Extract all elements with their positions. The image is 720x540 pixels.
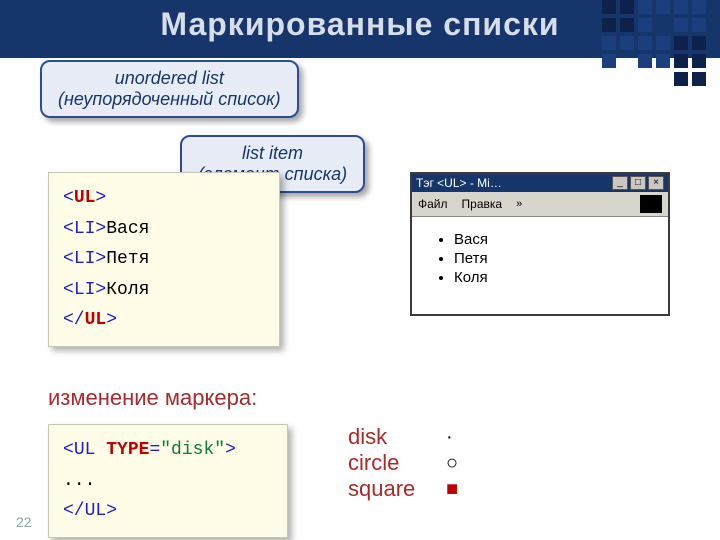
browser-menubar: Файл Правка » (412, 192, 668, 217)
page-number: 22 (16, 514, 32, 530)
code-example-marker: <UL TYPE="disk"> ... </UL> (48, 424, 288, 538)
callout-unordered-list: unordered list (неупорядоченный список) (40, 60, 299, 118)
disk-icon: · (446, 426, 453, 449)
callout-line: (неупорядоченный список) (58, 89, 281, 110)
callout-line: unordered list (58, 68, 281, 89)
code-example-ul: <UL> <LI>Вася <LI>Петя <LI>Коля </UL> (48, 172, 280, 347)
browser-preview: Тэг <UL> - Mi… _ □ × Файл Правка » Вася … (410, 172, 670, 316)
marker-name: disk (348, 424, 446, 450)
marker-name: circle (348, 450, 446, 476)
browser-titlebar: Тэг <UL> - Mi… _ □ × (412, 174, 668, 192)
list-item: Коля (454, 269, 650, 286)
table-row: circle ○ (348, 450, 458, 476)
marker-name: square (348, 476, 446, 502)
marker-types-table: disk · circle ○ square ■ (348, 424, 458, 502)
menu-edit[interactable]: Правка (462, 197, 503, 211)
table-row: disk · (348, 424, 458, 450)
browser-logo-icon (640, 195, 662, 213)
header-band: Маркированные списки (0, 0, 720, 58)
square-icon: ■ (446, 478, 458, 501)
table-row: square ■ (348, 476, 458, 502)
browser-title: Тэг <UL> - Mi… (416, 176, 502, 190)
header-decor (602, 0, 706, 104)
list-item: Петя (454, 250, 650, 267)
minimize-icon[interactable]: _ (612, 176, 628, 190)
marker-change-label: изменение маркера: (48, 385, 257, 411)
close-icon[interactable]: × (648, 176, 664, 190)
menu-more-icon[interactable]: » (516, 198, 522, 210)
list-item: Вася (454, 231, 650, 248)
callout-line: list item (198, 143, 347, 164)
circle-icon: ○ (446, 452, 458, 475)
browser-content: Вася Петя Коля (412, 217, 668, 314)
maximize-icon[interactable]: □ (630, 176, 646, 190)
menu-file[interactable]: Файл (418, 197, 448, 211)
